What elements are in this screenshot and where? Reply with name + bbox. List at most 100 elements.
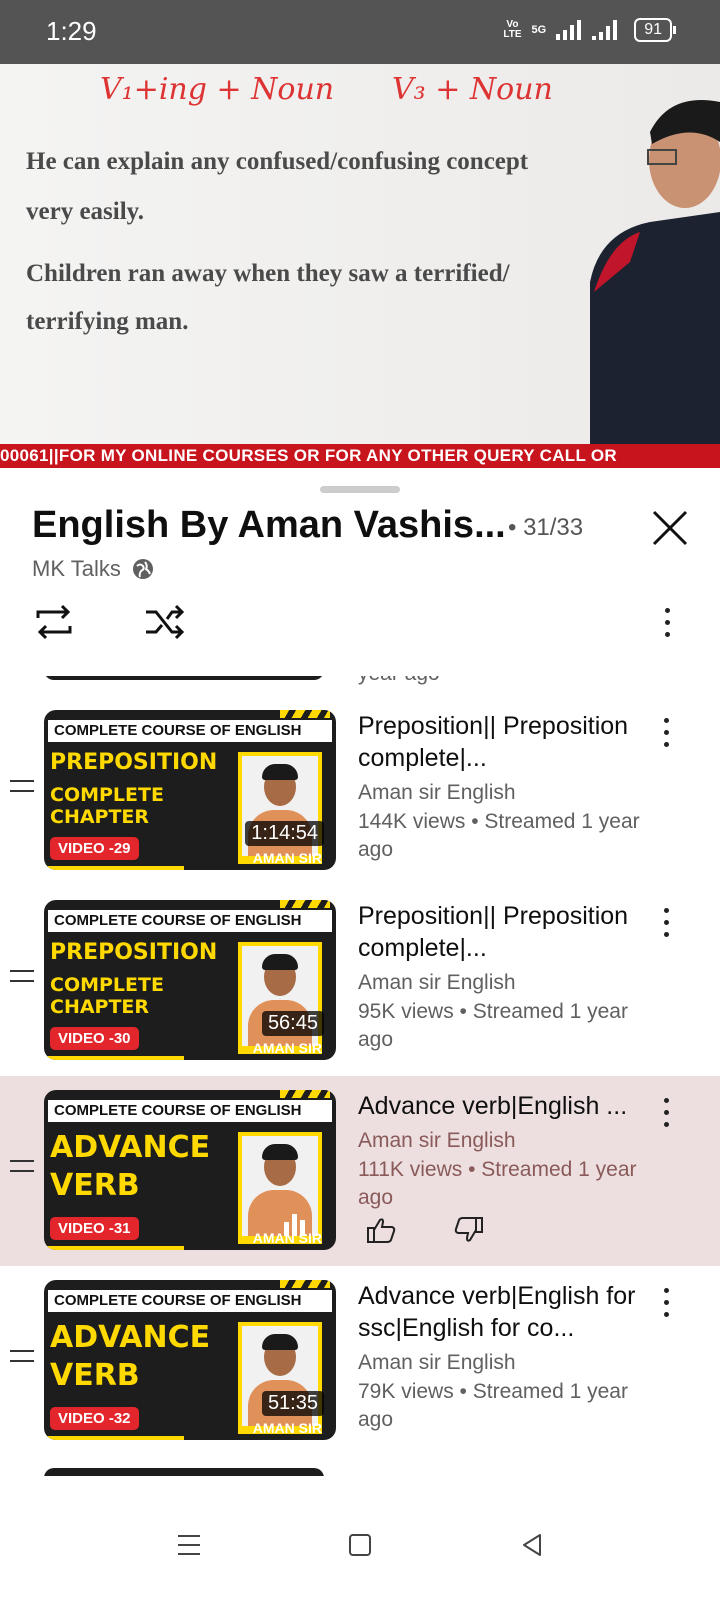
drag-handle-icon[interactable] [10,780,34,800]
more-icon[interactable] [664,718,670,754]
thumb-big2: COMPLETE [50,784,164,806]
board-line-3: Children ran away when they saw a terrif… [26,260,510,287]
thumb-header: COMPLETE COURSE OF ENGLISH [48,910,332,932]
more-icon[interactable] [664,908,670,944]
thumb-name: AMAN SIR [252,1420,322,1436]
video-title: Advance verb|English ... [358,1092,628,1120]
thumb-video-label: VIDEO -32 [50,1407,139,1430]
status-time: 1:29 [46,16,97,46]
video-thumbnail[interactable]: COMPLETE COURSE OF ENGLISH PREPOSITION C… [44,900,336,1060]
thumb-photo [238,1322,322,1434]
thumb-stripe [280,900,330,908]
playlist-channel-name: MK Talks [32,556,121,581]
thumb-name: AMAN SIR [252,1040,322,1056]
battery-indicator: 91 [634,18,676,42]
video-thumbnail[interactable]: COMPLETE COURSE OF ENGLISH ADVANCE VERB … [44,1280,336,1440]
thumb-big2: COMPLETE [50,974,164,996]
video-meta[interactable]: Advance verb|English ... Aman sir Englis… [358,1090,648,1212]
drag-handle-icon[interactable] [10,970,34,990]
video-meta[interactable]: Preposition|| Preposition complete|... A… [358,900,648,1054]
list-item[interactable]: COMPLETE COURSE OF ENGLISH PREPOSITION C… [0,886,720,1076]
thumb-video-label: VIDEO -29 [50,837,139,860]
drag-handle-icon[interactable] [10,1350,34,1370]
board-line-4: terrifying man. [26,308,189,335]
video-player[interactable]: V₁+ing + Noun V₃ + Noun He can explain a… [0,64,720,468]
loop-icon[interactable] [32,600,76,644]
playlist-channel[interactable]: MK Talks [32,556,155,582]
like-icon[interactable] [366,1216,398,1244]
playlist-panel: English By Aman Vashis... • 31/33 MK Tal… [0,468,720,1612]
list-item[interactable]: COMPLETE COURSE OF ENGLISH ADVANCE VERB … [0,1266,720,1456]
signal-icon [556,20,582,40]
playlist-title: English By Aman Vashis... [32,504,506,546]
handwriting-right: V₃ + Noun [392,72,553,107]
video-thumbnail[interactable]: COMPLETE COURSE OF ENGLISH PREPOSITION C… [44,710,336,870]
handwriting-left: V₁+ing + Noun [100,72,335,107]
rating-buttons [366,1216,484,1244]
shuffle-icon[interactable] [142,600,186,644]
thumb-stripe [280,1090,330,1098]
thumb-line [44,866,184,870]
status-icons: Vo LTE 5G 91 [503,18,676,42]
signal-icon-2 [592,20,618,40]
thumb-big1: ADVANCE [50,1130,211,1165]
thumb-line [44,1246,184,1250]
video-views: 79K views • Streamed 1 year ago [358,1380,628,1431]
thumb-big1: PREPOSITION [50,750,218,775]
status-bar: 1:29 Vo LTE 5G 91 [0,0,720,64]
thumb-stripe [280,710,330,718]
presenter-figure [590,100,720,444]
thumb-line [44,1436,184,1440]
thumb-name: AMAN SIR [252,1230,322,1246]
thumb-stripe [280,1280,330,1288]
thumb-name: AMAN SIR [252,850,322,866]
video-title: Preposition|| Preposition complete|... [358,902,629,962]
video-views: 144K views • Streamed 1 year ago [358,810,640,861]
dislike-icon[interactable] [452,1216,484,1244]
playlist-items: year ago COMPLETE COURSE OF ENGLISH PREP… [0,676,720,1476]
thumb-big3: CHAPTER [50,806,150,828]
thumb-video-label: VIDEO -31 [50,1217,139,1240]
menu-icon[interactable] [176,1532,202,1558]
thumb-big2: VERB [50,1168,140,1203]
board-line-1: He can explain any confused/confusing co… [26,148,529,175]
list-item-now-playing[interactable]: COMPLETE COURSE OF ENGLISH ADVANCE VERB … [0,1076,720,1266]
video-duration: 51:35 [261,1391,324,1416]
partial-item-text: year ago [358,676,440,686]
video-channel: Aman sir English [358,1129,516,1152]
thumb-big1: ADVANCE [50,1320,211,1355]
video-duration: 1:14:54 [245,821,324,846]
thumb-header: COMPLETE COURSE OF ENGLISH [48,1290,332,1312]
more-icon[interactable] [664,1288,670,1324]
thumb-photo [238,752,322,864]
video-thumbnail[interactable]: COMPLETE COURSE OF ENGLISH ADVANCE VERB … [44,1090,336,1250]
video-meta[interactable]: Preposition|| Preposition complete|... A… [358,710,648,864]
back-icon[interactable] [520,1532,544,1558]
video-views: 111K views • Streamed 1 year ago [358,1158,637,1209]
home-icon[interactable] [348,1532,372,1558]
partial-thumbnail [44,676,324,680]
playlist-menu-icon[interactable] [665,608,671,644]
drag-handle[interactable] [320,486,400,493]
volte-icon: Vo LTE [503,20,521,40]
close-icon[interactable] [648,506,692,550]
video-title: Advance verb|English for ssc|English for… [358,1282,636,1342]
video-meta[interactable]: Advance verb|English for ssc|English for… [358,1280,648,1434]
thumb-line [44,1056,184,1060]
thumb-header: COMPLETE COURSE OF ENGLISH [48,720,332,742]
list-item[interactable]: COMPLETE COURSE OF ENGLISH PREPOSITION C… [0,696,720,886]
video-frame: V₁+ing + Noun V₃ + Noun He can explain a… [0,64,720,444]
network-type: 5G [531,24,547,36]
video-ticker: 00061||FOR MY ONLINE COURSES OR FOR ANY … [0,444,720,468]
globe-icon [132,559,153,579]
drag-handle-icon[interactable] [10,1160,34,1180]
video-channel: Aman sir English [358,1351,516,1374]
video-views: 95K views • Streamed 1 year ago [358,1000,628,1051]
more-icon[interactable] [664,1098,670,1134]
volte-line2: LTE [503,29,522,40]
video-duration: 56:45 [261,1011,324,1036]
thumb-photo [238,942,322,1054]
video-channel: Aman sir English [358,971,516,994]
video-title: Preposition|| Preposition complete|... [358,712,629,772]
thumb-header: COMPLETE COURSE OF ENGLISH [48,1100,332,1122]
